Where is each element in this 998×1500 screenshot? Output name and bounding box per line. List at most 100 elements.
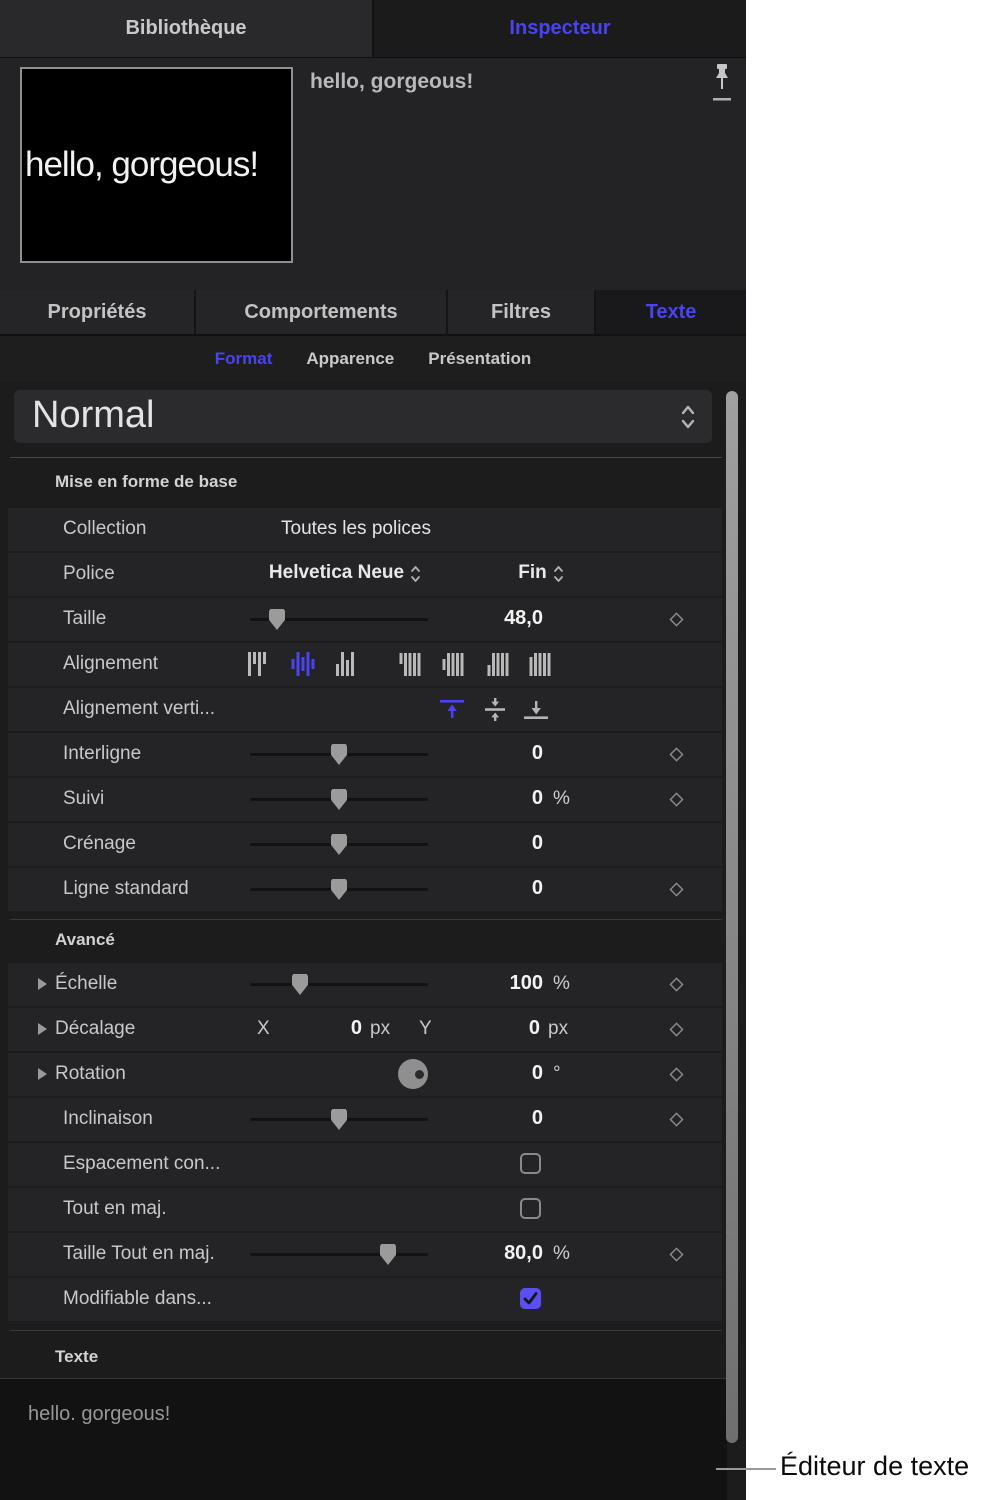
justify-last-left-icon[interactable] [399,651,422,678]
align-center-icon-selected[interactable] [291,651,315,678]
tab-filtres[interactable]: Filtres [448,290,596,336]
chevron-up-down-icon [410,564,421,584]
row-police: Police Helvetica Neue Fin [8,553,722,596]
espacement-label: Espacement con... [63,1153,220,1175]
rotation-unit: ° [553,1063,561,1085]
taille-value[interactable]: 48,0 [420,607,543,630]
valign-bottom-icon[interactable] [522,698,550,721]
keyframe-diamond-icon[interactable] [668,746,685,763]
top-tab-bar: Bibliothèque Inspecteur [0,0,746,58]
tab-texte[interactable]: Texte [596,290,746,336]
subtab-presentation[interactable]: Présentation [428,349,531,369]
align-left-icon[interactable] [247,651,267,678]
decalage-x-value[interactable]: 0 [300,1017,362,1040]
section-title-basic: Mise en forme de base [55,472,237,492]
subtab-apparence[interactable]: Apparence [306,349,394,369]
keyframe-diamond-icon[interactable] [668,1111,685,1128]
text-editor-content[interactable]: hello. gorgeous! [28,1403,170,1426]
echelle-slider[interactable] [250,983,428,986]
slider-handle[interactable] [292,974,308,995]
checkmark-icon [522,1290,539,1307]
suivi-unit: % [553,788,570,810]
row-interligne: Interligne 0 [8,733,722,776]
taille-maj-value[interactable]: 80,0 [420,1242,543,1265]
interligne-value[interactable]: 0 [420,742,543,765]
style-preset-select[interactable]: Normal [14,390,712,443]
modifiable-label: Modifiable dans... [63,1288,212,1310]
crenage-value[interactable]: 0 [420,832,543,855]
taille-maj-unit: % [553,1243,570,1265]
echelle-value[interactable]: 100 [420,972,543,995]
crenage-slider[interactable] [250,843,428,846]
divider [10,457,722,458]
keyframe-diamond-icon[interactable] [668,611,685,628]
slider-handle[interactable] [331,834,347,855]
inspector-tab-bar: Propriétés Comportements Filtres Texte [0,290,746,336]
valign-middle-icon[interactable] [481,698,509,721]
suivi-slider[interactable] [250,798,428,801]
tout-en-maj-checkbox-unchecked[interactable] [520,1198,541,1219]
text-editor[interactable]: hello. gorgeous! [0,1378,727,1500]
inclinaison-value[interactable]: 0 [420,1107,543,1130]
row-modifiable: Modifiable dans... [8,1278,722,1321]
tout-en-maj-label: Tout en maj. [63,1198,167,1220]
taille-slider[interactable] [250,618,428,621]
alignement-label: Alignement [63,653,158,675]
ligne-standard-value[interactable]: 0 [420,877,543,900]
tab-bibliotheque[interactable]: Bibliothèque [0,0,374,57]
pin-icon[interactable] [709,62,735,110]
slider-handle[interactable] [331,879,347,900]
slider-handle[interactable] [380,1244,396,1265]
taille-maj-label: Taille Tout en maj. [63,1243,215,1265]
echelle-unit: % [553,973,570,995]
taille-maj-slider[interactable] [250,1253,428,1256]
object-preview-thumbnail: hello, gorgeous! [20,67,293,263]
scrollbar[interactable] [726,391,738,1443]
decalage-y-label: Y [419,1018,432,1040]
decalage-y-unit: px [548,1018,568,1040]
font-face-dropdown[interactable]: Fin [486,562,596,584]
justify-last-right-icon[interactable] [487,651,510,678]
text-pane-switcher: Format Apparence Présentation [0,336,746,382]
keyframe-diamond-icon[interactable] [668,1066,685,1083]
slider-handle[interactable] [331,744,347,765]
slider-handle[interactable] [331,789,347,810]
slider-handle[interactable] [331,1109,347,1130]
font-face-value: Fin [518,562,547,584]
suivi-value[interactable]: 0 [420,787,543,810]
valign-top-icon-selected[interactable] [438,698,466,721]
row-taille: Taille 48,0 [8,598,722,641]
keyframe-diamond-icon[interactable] [668,791,685,808]
decalage-y-value[interactable]: 0 [470,1017,540,1040]
modifiable-checkbox-checked[interactable] [520,1288,541,1309]
row-inclinaison: Inclinaison 0 [8,1098,722,1141]
collection-value[interactable]: Toutes les polices [230,518,482,540]
align-right-icon[interactable] [335,651,355,678]
inclinaison-label: Inclinaison [63,1108,153,1130]
chevron-up-down-icon [680,403,696,431]
interligne-slider[interactable] [250,753,428,756]
row-taille-maj: Taille Tout en maj. 80,0 % [8,1233,722,1276]
row-espacement: Espacement con... [8,1143,722,1186]
disclosure-triangle-icon[interactable] [38,1068,47,1080]
ligne-standard-slider[interactable] [250,888,428,891]
tab-comportements[interactable]: Comportements [196,290,448,336]
object-title: hello, gorgeous! [310,70,473,94]
tab-proprietes[interactable]: Propriétés [0,290,196,336]
keyframe-diamond-icon[interactable] [668,1246,685,1263]
font-family-dropdown[interactable]: Helvetica Neue [230,562,460,584]
rotation-value[interactable]: 0 [420,1062,543,1085]
justify-last-center-icon[interactable] [442,651,465,678]
subtab-format[interactable]: Format [215,349,273,369]
keyframe-diamond-icon[interactable] [668,976,685,993]
decalage-x-unit: px [370,1018,390,1040]
inclinaison-slider[interactable] [250,1118,428,1121]
tab-inspecteur[interactable]: Inspecteur [374,0,746,57]
espacement-checkbox-unchecked[interactable] [520,1153,541,1174]
justify-full-icon[interactable] [529,651,552,678]
disclosure-triangle-icon[interactable] [38,1023,47,1035]
slider-handle[interactable] [269,609,285,630]
keyframe-diamond-icon[interactable] [668,881,685,898]
keyframe-diamond-icon[interactable] [668,1021,685,1038]
disclosure-triangle-icon[interactable] [38,978,47,990]
